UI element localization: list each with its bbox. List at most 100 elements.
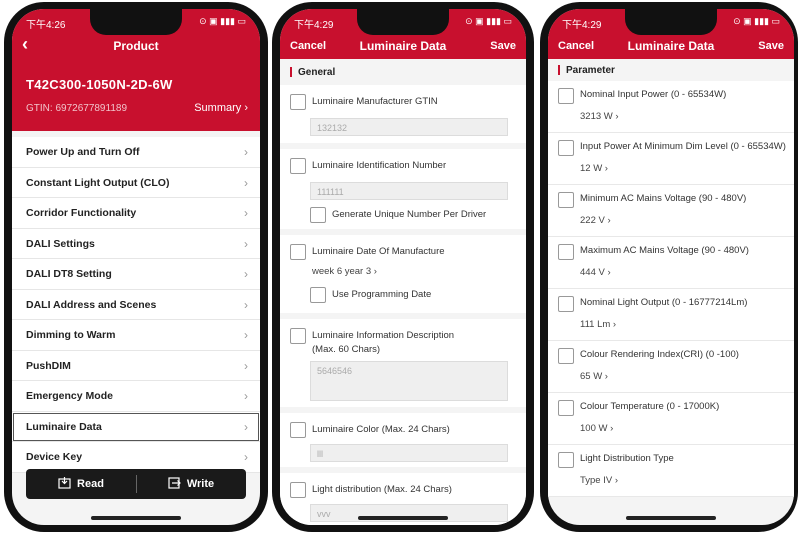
menu-item-dim-to-warm[interactable]: Dimming to Warm › [12,320,260,351]
section-title: Parameter [566,65,615,76]
chevron-right-icon: › [244,175,248,190]
menu-item-label: Dimming to Warm [26,329,116,341]
param-value[interactable]: 222 V › [580,215,611,226]
menu-item-label: Corridor Functionality [26,207,137,219]
field-color: Luminaire Color (Max. 24 Chars) lll [280,413,526,473]
chevron-right-icon: › [244,206,248,220]
param-row[interactable]: Colour Temperature (0 - 17000K) 100 W › [548,393,794,445]
notch [357,9,449,35]
date-checkbox[interactable] [290,244,306,260]
param-checkbox[interactable] [558,296,574,312]
param-row[interactable]: Nominal Input Power (0 - 65534W) 3213 W › [548,81,794,133]
save-button[interactable]: Save [758,40,784,52]
param-name: Input Power At Minimum Dim Level (0 - 65… [580,141,786,152]
param-row[interactable]: Nominal Light Output (0 - 16777214Lm) 111… [548,289,794,341]
field-label: Luminaire Manufacturer GTIN [312,96,438,107]
param-checkbox[interactable] [558,244,574,260]
date-value-link[interactable]: week 6 year 3 › [312,266,377,277]
param-checkbox[interactable] [558,452,574,468]
section-header-general: General [280,59,526,85]
field-label: Generate Unique Number Per Driver [332,209,487,220]
gtin-input[interactable]: 132132 [310,118,508,136]
param-name: Nominal Input Power (0 - 65534W) [580,89,727,100]
param-value[interactable]: 444 V › [580,267,611,278]
param-row[interactable]: Input Power At Minimum Dim Level (0 - 65… [548,133,794,185]
chevron-right-icon: › [244,450,248,464]
color-checkbox[interactable] [290,422,306,438]
param-row[interactable]: Colour Rendering Index(CRI) (0 -100) 65 W… [548,341,794,393]
save-button[interactable]: Save [490,40,516,52]
param-checkbox[interactable] [558,400,574,416]
chevron-right-icon: › [244,145,248,159]
menu-item-dali-dt8[interactable]: DALI DT8 Setting › [12,259,260,290]
phone-luminaire-general: 下午4:29 ⊙ ▣ ▮▮▮ ▭ Cancel Luminaire Data S… [272,2,534,532]
section-title: General [298,67,336,78]
param-checkbox[interactable] [558,192,574,208]
product-screen: 下午4:26 ⊙ ▣ ▮▮▮ ▭ ‹ Product T42C300-1050N… [12,9,260,525]
menu-item-device-key[interactable]: Device Key › [12,442,260,473]
menu-item-corridor[interactable]: Corridor Functionality › [12,198,260,229]
luminaire-general-screen: 下午4:29 ⊙ ▣ ▮▮▮ ▭ Cancel Luminaire Data S… [280,9,526,525]
param-checkbox[interactable] [558,88,574,104]
param-checkbox[interactable] [558,348,574,364]
menu-item-dali-settings[interactable]: DALI Settings › [12,229,260,259]
chevron-right-icon: › [244,328,248,342]
chevron-right-icon: › [244,236,248,251]
write-button[interactable]: Write [136,469,246,499]
section-accent-bar [290,67,292,77]
distribution-checkbox[interactable] [290,482,306,498]
summary-link[interactable]: Summary › [194,102,248,114]
status-time: 下午4:29 [562,20,602,31]
param-row[interactable]: Light Distribution Type Type IV › [548,445,794,497]
color-input[interactable]: lll [310,444,508,462]
param-value[interactable]: 100 W › [580,423,613,434]
field-identification: Luminaire Identification Number 111111 G… [280,149,526,235]
param-value[interactable]: 12 W › [580,163,608,174]
product-gtin: GTIN: 6972677891189 [26,103,128,114]
menu-item-power-up[interactable]: Power Up and Turn Off › [12,137,260,168]
chevron-right-icon: › [244,297,248,312]
param-value[interactable]: Type IV › [580,475,618,486]
chevron-right-icon: › [244,389,248,403]
field-date-manufacture: Luminaire Date Of Manufacture week 6 yea… [280,235,526,319]
id-checkbox[interactable] [290,158,306,174]
generate-unique-checkbox[interactable] [310,207,326,223]
menu-item-luminaire-data[interactable]: Luminaire Data › [12,412,260,442]
info-textarea[interactable]: 5646546 [310,361,508,401]
info-checkbox[interactable] [290,328,306,344]
use-programming-date-checkbox[interactable] [310,287,326,303]
read-button[interactable]: Read [26,469,136,499]
phone-product: 下午4:26 ⊙ ▣ ▮▮▮ ▭ ‹ Product T42C300-1050N… [4,2,268,532]
product-navbar: ‹ Product [12,33,260,59]
menu-item-label: Constant Light Output (CLO) [26,176,170,189]
param-row[interactable]: Maximum AC Mains Voltage (90 - 480V) 444 … [548,237,794,289]
notch [90,9,182,35]
chevron-right-icon: › [244,267,248,281]
menu-item-emergency[interactable]: Emergency Mode › [12,381,260,412]
field-label: Luminaire Information Description [312,330,455,341]
param-row[interactable]: Minimum AC Mains Voltage (90 - 480V) 222 … [548,185,794,237]
gtin-checkbox[interactable] [290,94,306,110]
field-label: Luminaire Color (Max. 24 Chars) [312,424,450,435]
notch [625,9,717,35]
param-value[interactable]: 111 Lm › [580,319,616,330]
menu-item-label: Luminaire Data [26,420,102,433]
product-menu: Power Up and Turn Off › Constant Light Ou… [12,137,260,473]
menu-item-clo[interactable]: Constant Light Output (CLO) › [12,168,260,198]
param-checkbox[interactable] [558,140,574,156]
field-label: Use Programming Date [332,289,432,300]
menu-item-dali-address[interactable]: DALI Address and Scenes › [12,290,260,320]
field-label: Luminaire Identification Number [312,160,447,171]
field-label: (Max. 60 Chars) [312,344,381,355]
field-information: Luminaire Information Description (Max. … [280,319,526,413]
param-value[interactable]: 3213 W › [580,111,619,122]
read-write-bar: Read Write [26,469,246,499]
section-accent-bar [558,65,560,75]
param-value[interactable]: 65 W › [580,371,608,382]
param-name: Light Distribution Type [580,453,674,464]
menu-item-label: DALI Address and Scenes [26,298,157,311]
menu-item-pushdim[interactable]: PushDIM › [12,351,260,381]
id-input[interactable]: 111111 [310,182,508,200]
write-label: Write [186,478,215,490]
menu-item-label: PushDIM [26,359,71,372]
